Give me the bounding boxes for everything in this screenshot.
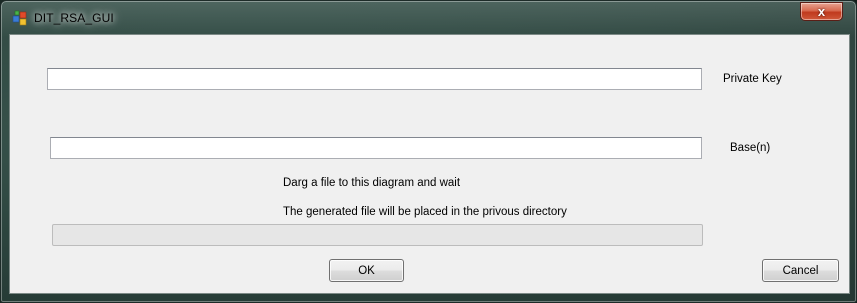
window-close-button[interactable]: x <box>800 2 843 21</box>
base-n-input[interactable] <box>50 137 702 159</box>
drag-instruction-text: Darg a file to this diagram and wait <box>283 177 461 189</box>
ok-button[interactable]: OK <box>329 259 404 282</box>
window-title: DIT_RSA_GUI <box>34 11 114 25</box>
base-n-label: Base(n) <box>730 142 771 154</box>
private-key-input[interactable] <box>47 68 702 90</box>
cancel-button[interactable]: Cancel <box>762 259 839 282</box>
app-window-icon <box>12 10 27 26</box>
close-icon: x <box>817 4 826 19</box>
output-location-text: The generated file will be placed in the… <box>283 206 567 218</box>
title-bar[interactable]: DIT_RSA_GUI x <box>1 1 856 35</box>
ok-button-label: OK <box>358 264 375 277</box>
dialog-body: Private Key Base(n) Darg a file to this … <box>9 34 850 294</box>
cancel-button-label: Cancel <box>782 264 819 277</box>
private-key-label: Private Key <box>723 73 782 85</box>
app-window: DIT_RSA_GUI x Private Key Base(n) Darg a… <box>0 0 857 303</box>
progress-bar <box>52 224 703 246</box>
